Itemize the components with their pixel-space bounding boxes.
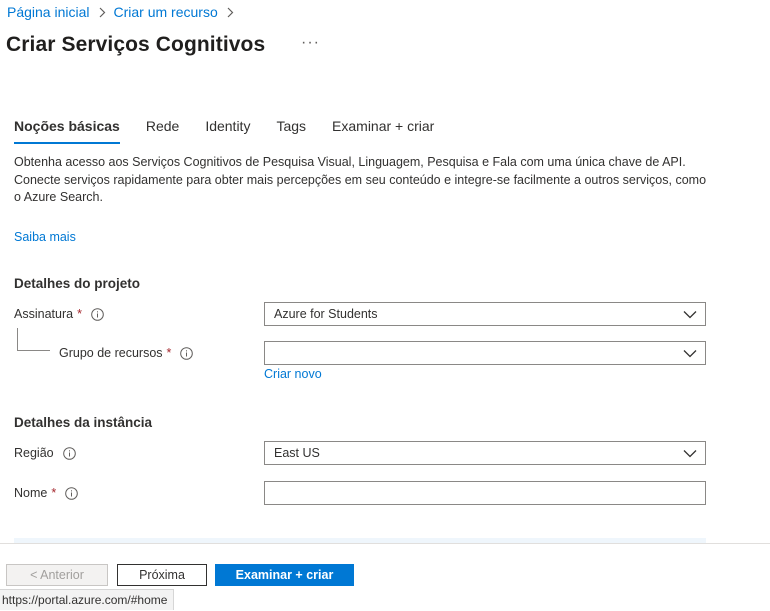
chevron-down-icon: [683, 308, 697, 322]
chevron-down-icon: [683, 347, 697, 361]
info-icon[interactable]: [65, 486, 79, 500]
resource-group-label: Grupo de recursos: [59, 346, 163, 360]
info-icon[interactable]: [91, 307, 104, 321]
breadcrumb-create-resource-link[interactable]: Criar um recurso: [114, 4, 218, 20]
status-bar: https://portal.azure.com/#home: [0, 589, 175, 610]
chevron-right-icon: [98, 7, 106, 18]
tab-identity[interactable]: Identity: [205, 118, 250, 144]
tab-tags[interactable]: Tags: [276, 118, 306, 144]
tree-connector: [17, 328, 50, 351]
region-label-row: Região: [14, 446, 76, 460]
instance-details-heading: Detalhes da instância: [14, 415, 153, 430]
region-label: Região: [14, 446, 54, 460]
required-asterisk: *: [166, 346, 172, 360]
name-input[interactable]: [264, 481, 706, 505]
resource-group-select[interactable]: [264, 341, 706, 365]
required-asterisk: *: [77, 307, 82, 321]
chevron-down-icon: [683, 447, 697, 461]
project-details-heading: Detalhes do projeto: [14, 276, 141, 291]
more-options-button[interactable]: ···: [301, 34, 320, 52]
chevron-right-icon: [226, 7, 234, 18]
previous-button[interactable]: < Anterior: [6, 564, 108, 586]
region-value: East US: [274, 446, 320, 460]
tab-bar: Noções básicas Rede Identity Tags Examin…: [14, 118, 460, 144]
subscription-value: Azure for Students: [274, 307, 378, 321]
subscription-label: Assinatura: [14, 307, 74, 321]
subscription-label-row: Assinatura *: [14, 307, 104, 321]
next-button[interactable]: Próxima: [117, 564, 207, 586]
tab-review-create[interactable]: Examinar + criar: [332, 118, 434, 144]
required-asterisk: *: [51, 486, 57, 500]
tab-basics[interactable]: Noções básicas: [14, 118, 120, 144]
learn-more-link[interactable]: Saiba mais: [14, 230, 76, 244]
breadcrumb-home-link[interactable]: Página inicial: [7, 4, 90, 20]
breadcrumb: Página inicial Criar um recurso: [7, 4, 242, 20]
info-icon[interactable]: [62, 446, 76, 460]
status-url: https://portal.azure.com/#home: [2, 593, 168, 607]
description-text: Obtenha acesso aos Serviços Cognitivos d…: [14, 155, 707, 204]
info-icon[interactable]: [180, 346, 194, 360]
tab-network[interactable]: Rede: [146, 118, 179, 144]
region-select[interactable]: East US: [264, 441, 706, 465]
page-title: Criar Serviços Cognitivos: [6, 33, 266, 56]
name-label: Nome: [14, 486, 48, 500]
resource-group-label-row: Grupo de recursos *: [59, 346, 194, 360]
create-new-link[interactable]: Criar novo: [264, 367, 322, 381]
subscription-select[interactable]: Azure for Students: [264, 302, 706, 326]
review-create-button[interactable]: Examinar + criar: [215, 564, 354, 586]
name-label-row: Nome *: [14, 486, 79, 500]
